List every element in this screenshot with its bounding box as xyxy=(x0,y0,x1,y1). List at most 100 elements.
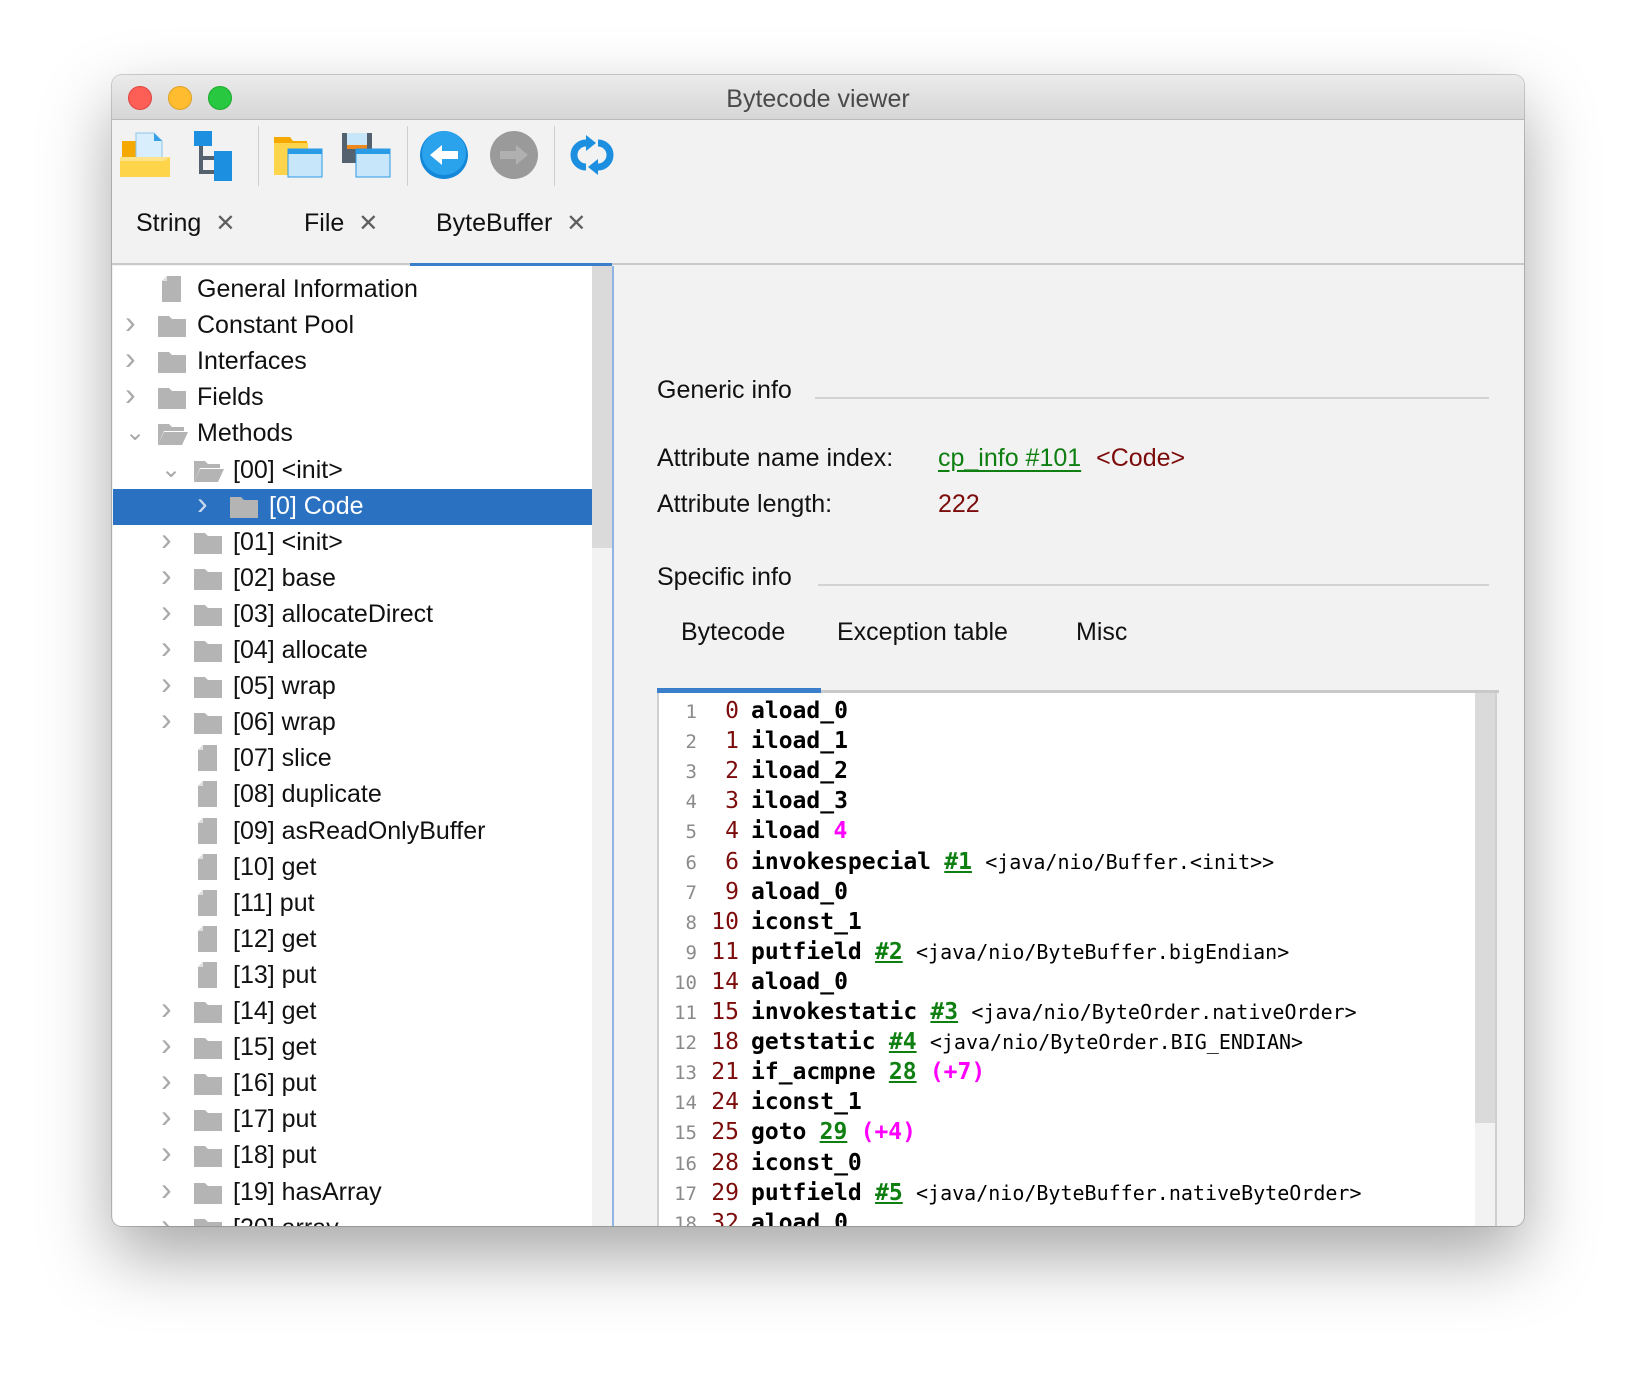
tree-item[interactable]: ⌄ Methods xyxy=(113,416,592,452)
tree-item[interactable]: › [14] get xyxy=(113,990,592,1030)
tree-item[interactable]: [09] asReadOnlyBuffer xyxy=(113,814,592,850)
opcode: if_acmpne xyxy=(751,1059,876,1086)
tree-item[interactable]: [07] slice xyxy=(113,741,592,777)
chevron-right-icon[interactable]: › xyxy=(161,1207,177,1226)
subtab-bytecode[interactable]: Bytecode xyxy=(681,618,785,647)
operand-comment: <java/nio/ByteBuffer.nativeByteOrder> xyxy=(915,1180,1362,1205)
tree-item[interactable]: › [0] Code xyxy=(113,485,592,525)
toolbar-separator xyxy=(407,126,408,186)
operand-link[interactable]: #5 xyxy=(875,1180,903,1206)
tree-item-label: [08] duplicate xyxy=(233,780,382,809)
close-tab-icon[interactable]: ✕ xyxy=(215,210,235,237)
operand-link[interactable]: #2 xyxy=(875,939,903,965)
chevron-right-icon[interactable]: › xyxy=(125,376,141,412)
operand-link[interactable]: #3 xyxy=(930,999,958,1025)
tree-item[interactable]: › [06] wrap xyxy=(113,701,592,741)
tree-item[interactable]: [11] put xyxy=(113,886,592,922)
class-hierarchy-button[interactable] xyxy=(186,127,242,183)
instruction: putfield #2 <java/nio/ByteBuffer.bigEndi… xyxy=(751,939,1289,965)
tree-item[interactable]: › [01] <init> xyxy=(113,521,592,561)
bytecode-offset: 32 xyxy=(711,1209,739,1226)
tree-item-label: [14] get xyxy=(233,997,317,1025)
tree-item[interactable]: [10] get xyxy=(113,850,592,886)
chevron-right-icon[interactable]: › xyxy=(161,1026,177,1062)
tree-item-label: Constant Pool xyxy=(197,311,355,340)
chevron-right-icon[interactable]: › xyxy=(161,990,177,1026)
folder-icon xyxy=(193,1144,223,1175)
tree-item[interactable]: › [17] put xyxy=(113,1098,592,1139)
tab-file[interactable]: File ✕ xyxy=(304,209,378,259)
tab-bytebuffer[interactable]: ByteBuffer ✕ xyxy=(409,209,613,268)
tree-item[interactable]: › [03] allocateDirect xyxy=(113,593,592,633)
chevron-right-icon[interactable]: › xyxy=(161,629,177,665)
instruction: iload_3 xyxy=(751,788,848,814)
tree-item[interactable]: ⌄ [00] <init> xyxy=(113,453,592,489)
bytecode-listing[interactable]: 1 0 aload_0 2 1 iload_1 3 2 iload_2 4 3 iload_3 5 4 il… xyxy=(657,693,1497,1226)
forward-button[interactable] xyxy=(486,127,542,183)
chevron-right-icon[interactable]: › xyxy=(161,1134,177,1170)
class-structure-tree[interactable]: General Information › Constant Pool › Interf… xyxy=(113,266,614,1226)
open-in-new-window-button[interactable] xyxy=(270,127,326,183)
chevron-right-icon[interactable]: › xyxy=(161,701,177,737)
tree-item[interactable]: › Fields xyxy=(113,376,592,416)
open-file-button[interactable] xyxy=(118,127,174,183)
tree-item[interactable]: › [19] hasArray xyxy=(113,1171,592,1211)
chevron-right-icon[interactable]: › xyxy=(161,1171,177,1207)
instruction: getstatic #4 <java/nio/ByteOrder.BIG_END… xyxy=(751,1029,1303,1055)
close-tab-icon[interactable]: ✕ xyxy=(566,210,586,237)
reload-icon xyxy=(570,135,614,175)
opcode: getstatic xyxy=(751,1029,876,1056)
chevron-right-icon[interactable]: › xyxy=(161,593,177,629)
tree-item[interactable]: › [02] base xyxy=(113,557,592,597)
tree-item[interactable]: › [04] allocate xyxy=(113,629,592,669)
tree-item[interactable]: [08] duplicate xyxy=(113,777,592,813)
subtab-misc[interactable]: Misc xyxy=(1076,618,1127,647)
chevron-down-icon[interactable]: ⌄ xyxy=(161,455,181,483)
tree-item[interactable]: › [20] array xyxy=(113,1207,592,1226)
bytecode-scrollbar-thumb[interactable] xyxy=(1475,693,1495,1123)
chevron-right-icon[interactable]: › xyxy=(125,340,141,376)
attr-length-value: 222 xyxy=(938,490,980,518)
tree-item[interactable]: › Interfaces xyxy=(113,340,592,380)
tree-scrollbar[interactable] xyxy=(592,266,612,1226)
tab-string[interactable]: String ✕ xyxy=(136,209,235,259)
chevron-right-icon[interactable]: › xyxy=(161,557,177,593)
subtab-exception-table[interactable]: Exception table xyxy=(837,618,1008,647)
bytecode-offset: 2 xyxy=(725,758,739,785)
bytecode-scrollbar[interactable] xyxy=(1475,693,1495,1226)
operand-literal: 4 xyxy=(833,818,848,845)
instruction: aload_0 xyxy=(751,1210,848,1226)
tree-item[interactable]: › [05] wrap xyxy=(113,665,592,705)
tree-item[interactable]: › [15] get xyxy=(113,1026,592,1067)
tree-item[interactable]: › Constant Pool xyxy=(113,304,592,344)
reload-button[interactable] xyxy=(564,127,620,183)
tree-item[interactable]: › [16] put xyxy=(113,1062,592,1102)
chevron-right-icon[interactable]: › xyxy=(161,1098,177,1134)
back-button[interactable] xyxy=(416,127,472,183)
operand-link[interactable]: 29 xyxy=(820,1119,848,1145)
chevron-right-icon[interactable]: › xyxy=(125,304,141,340)
chevron-right-icon[interactable]: › xyxy=(197,485,213,521)
tree-item[interactable]: General Information xyxy=(113,272,592,308)
save-window-button[interactable] xyxy=(338,127,394,183)
operand-link[interactable]: #1 xyxy=(944,849,972,875)
folder-icon xyxy=(193,1036,223,1067)
folder-icon xyxy=(193,1108,223,1139)
cp-info-link[interactable]: cp_info #101 xyxy=(938,444,1081,472)
chevron-right-icon[interactable]: › xyxy=(161,521,177,557)
chevron-right-icon[interactable]: › xyxy=(161,665,177,701)
tree-item[interactable]: › [18] put xyxy=(113,1134,592,1175)
chevron-right-icon[interactable]: › xyxy=(161,1062,177,1098)
tree-scrollbar-thumb[interactable] xyxy=(592,266,612,548)
tree-item[interactable]: [12] get xyxy=(113,922,592,958)
bytecode-offset: 4 xyxy=(725,818,739,845)
tree-item[interactable]: [13] put xyxy=(113,958,592,994)
opcode: invokespecial xyxy=(751,848,932,875)
line-number: 7 xyxy=(685,881,697,904)
opcode: iconst_1 xyxy=(751,1089,862,1116)
chevron-down-icon[interactable]: ⌄ xyxy=(125,418,145,446)
instruction: aload_0 xyxy=(751,969,848,995)
close-tab-icon[interactable]: ✕ xyxy=(358,210,378,237)
operand-link[interactable]: #4 xyxy=(889,1029,917,1055)
operand-link[interactable]: 28 xyxy=(889,1059,917,1085)
